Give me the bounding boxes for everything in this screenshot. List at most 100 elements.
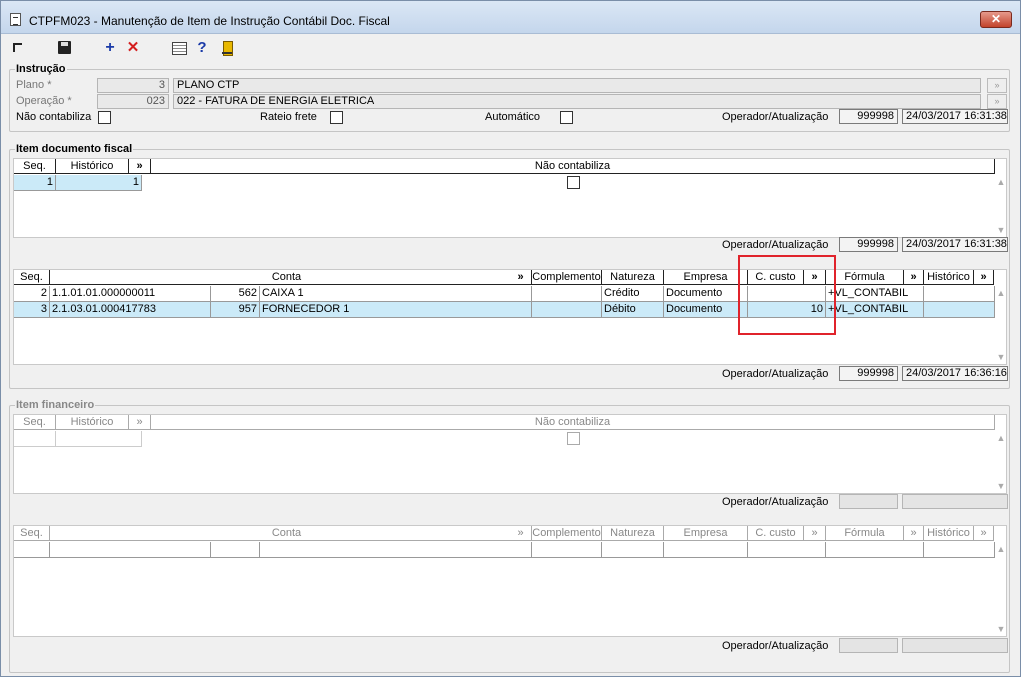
item-financeiro-title: Item financeiro <box>15 399 96 411</box>
col-natureza: Natureza <box>602 526 664 541</box>
empty-cell <box>56 431 142 447</box>
cell-complemento <box>532 286 602 302</box>
exit-door-icon[interactable] <box>220 40 236 56</box>
col-c-custo: C. custo <box>748 526 804 541</box>
grid-icon[interactable] <box>171 40 187 56</box>
col-historico[interactable]: Histórico <box>56 159 129 174</box>
col-seq[interactable]: Seq. <box>14 270 50 285</box>
empty-cell <box>50 542 211 558</box>
scroll-up-icon: ▲ <box>996 433 1006 443</box>
title-bar: CTPFM023 - Manutenção de Item de Instruç… <box>1 1 1020 34</box>
item-doc-fiscal-title: Item documento fiscal <box>15 143 134 155</box>
col-conta[interactable]: Conta <box>50 270 524 285</box>
plano-lookup-button[interactable]: » <box>987 78 1007 93</box>
close-button[interactable]: ✕ <box>980 11 1012 28</box>
highlight-box <box>738 255 836 335</box>
doc-fiscal-scrollbar[interactable]: ▲ ▼ <box>994 177 1008 237</box>
col-complemento[interactable]: Complemento <box>532 270 602 285</box>
contas-scrollbar[interactable]: ▲ ▼ <box>994 288 1008 364</box>
scroll-down-icon[interactable]: ▼ <box>994 352 1008 364</box>
plano-code-field[interactable]: 3 <box>97 78 169 93</box>
col-empresa: Empresa <box>664 526 748 541</box>
col-formula[interactable]: Fórmula <box>826 270 904 285</box>
doc-fiscal-atualizacao-field: 24/03/2017 16:31:38 <box>902 237 1008 252</box>
add-icon[interactable]: + <box>102 40 118 56</box>
operacao-code-field[interactable]: 023 <box>97 94 169 109</box>
contas-financeiro-operador-label: Operador/Atualização <box>722 640 829 652</box>
scroll-down-icon[interactable]: ▼ <box>994 225 1008 237</box>
contas-financeiro-atualizacao-field <box>902 638 1008 653</box>
col-historico-expand-button[interactable]: » <box>974 270 994 285</box>
contas-operador-field: 999998 <box>839 366 898 381</box>
rateio-frete-checkbox[interactable] <box>330 111 343 124</box>
col-seq[interactable]: Seq. <box>14 159 56 174</box>
operador-atualizacao-label: Operador/Atualização <box>722 111 829 123</box>
automatico-checkbox[interactable] <box>560 111 573 124</box>
empty-cell <box>602 542 664 558</box>
delete-icon[interactable]: ✕ <box>125 40 141 56</box>
contas-financeiro-operador-field <box>839 638 898 653</box>
scroll-up-icon[interactable]: ▲ <box>994 288 1008 300</box>
col-conta: Conta <box>50 526 524 541</box>
plano-desc-field: PLANO CTP <box>173 78 981 93</box>
col-natureza[interactable]: Natureza <box>602 270 664 285</box>
empty-cell <box>260 542 532 558</box>
cell-conta: 2.1.03.01.000417783 <box>50 302 211 318</box>
nav-arrow-icon[interactable] <box>10 40 26 56</box>
cell-complemento <box>532 302 602 318</box>
nao-contabiliza-label: Não contabiliza <box>16 111 92 123</box>
col-formula-expand-button: » <box>904 526 924 541</box>
scroll-up-icon[interactable]: ▲ <box>994 177 1008 189</box>
operacao-lookup-button[interactable]: » <box>987 94 1007 109</box>
scroll-up-icon: ▲ <box>996 544 1006 554</box>
col-complemento: Complemento <box>532 526 602 541</box>
operacao-desc-field: 022 - FATURA DE ENERGIA ELETRICA <box>173 94 981 109</box>
cell-historico <box>924 286 995 302</box>
help-icon[interactable]: ? <box>194 40 210 56</box>
plano-label: Plano * <box>16 79 52 91</box>
cell-empresa: Documento <box>664 302 748 318</box>
cell-codigo: 957 <box>211 302 260 318</box>
cell-codigo: 562 <box>211 286 260 302</box>
window-title: CTPFM023 - Manutenção de Item de Instruç… <box>29 14 390 28</box>
col-formula-expand-button[interactable]: » <box>904 270 924 285</box>
col-expand-button[interactable]: » <box>129 159 151 174</box>
atualizacao-field: 24/03/2017 16:31:38 <box>902 109 1008 124</box>
financeiro-grid: Seq. Histórico » Não contabiliza ▲ ▼ <box>13 414 1007 494</box>
financeiro-operador-field <box>839 494 898 509</box>
scroll-down-icon: ▼ <box>996 624 1006 634</box>
instrucao-title: Instrução <box>15 63 67 75</box>
financeiro-operador-label: Operador/Atualização <box>722 496 829 508</box>
empty-cell <box>14 542 50 558</box>
cell-historico: 1 <box>56 175 142 191</box>
empty-cell <box>924 542 995 558</box>
col-seq: Seq. <box>14 526 50 541</box>
col-historico: Histórico <box>924 526 974 541</box>
automatico-label: Automático <box>485 111 541 123</box>
row-nao-contabiliza-checkbox[interactable] <box>567 176 580 189</box>
empty-row <box>14 542 995 558</box>
doc-fiscal-operador-label: Operador/Atualização <box>722 239 829 251</box>
col-historico[interactable]: Histórico <box>924 270 974 285</box>
col-empresa[interactable]: Empresa <box>664 270 748 285</box>
cell-descricao: FORNECEDOR 1 <box>260 302 532 318</box>
col-nao-contabiliza[interactable]: Não contabiliza <box>151 159 995 174</box>
nao-contabiliza-checkbox[interactable] <box>98 111 111 124</box>
doc-fiscal-operador-field: 999998 <box>839 237 898 252</box>
save-icon[interactable] <box>57 40 73 56</box>
empty-cell <box>532 542 602 558</box>
contas-financeiro-grid: Seq. Conta » Complemento Natureza Empres… <box>13 525 1007 637</box>
cell-historico <box>924 302 995 318</box>
cell-natureza: Débito <box>602 302 664 318</box>
col-conta-expand-button[interactable]: » <box>510 270 532 285</box>
scroll-down-icon: ▼ <box>996 481 1006 491</box>
operacao-label: Operação * <box>16 95 72 107</box>
col-formula: Fórmula <box>826 526 904 541</box>
col-seq: Seq. <box>14 415 56 430</box>
table-row[interactable]: 2 1.1.01.01.000000011 562 CAIXA 1 Crédit… <box>14 286 995 302</box>
empty-cell <box>748 542 826 558</box>
table-row[interactable]: 1 1 <box>14 175 142 191</box>
table-row-selected[interactable]: 3 2.1.03.01.000417783 957 FORNECEDOR 1 D… <box>14 302 995 318</box>
cell-natureza: Crédito <box>602 286 664 302</box>
doc-fiscal-grid: Seq. Histórico » Não contabiliza 1 1 ▲ ▼ <box>13 158 1007 238</box>
